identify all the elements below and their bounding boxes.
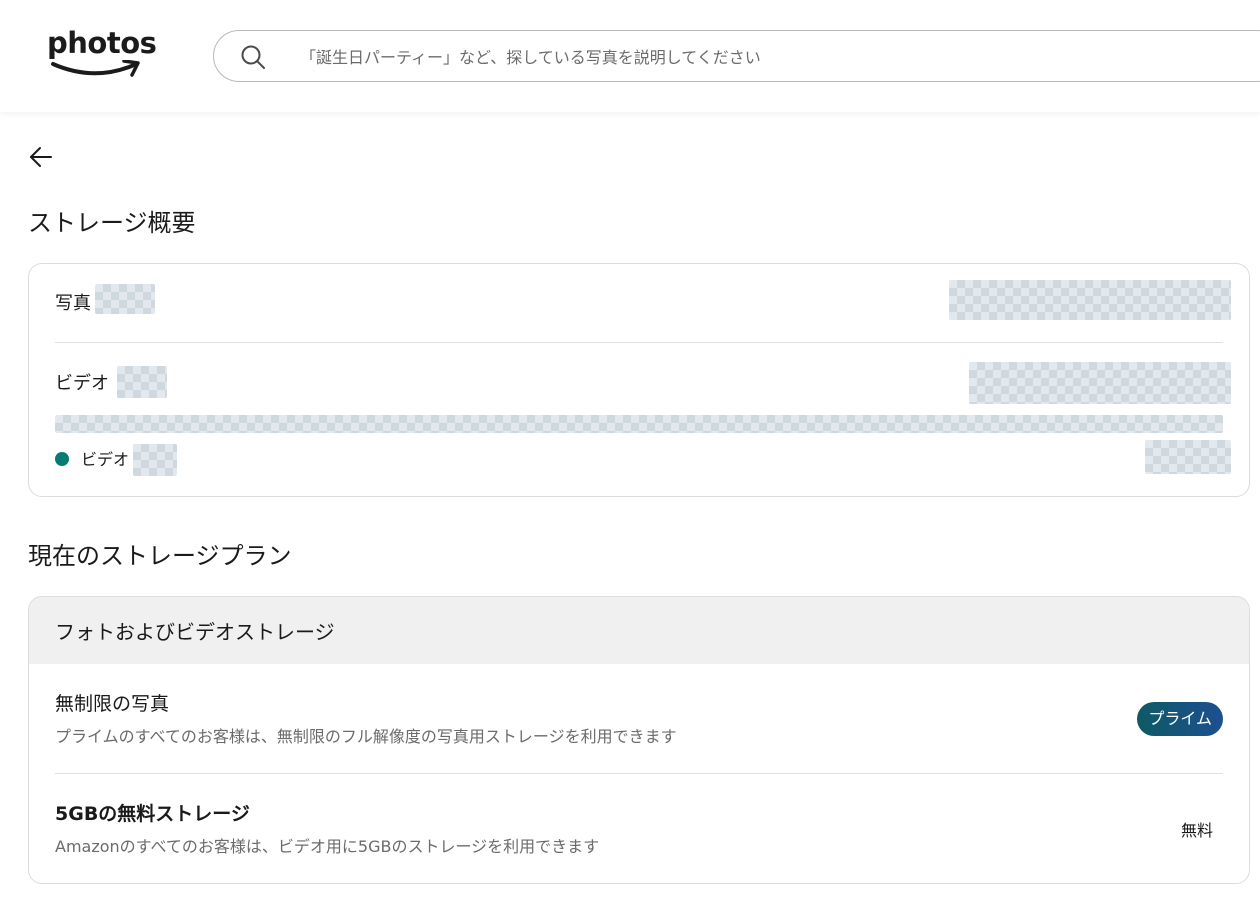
prime-badge: プライム [1137, 702, 1223, 736]
legend-size-redacted [1145, 440, 1231, 474]
plan-item-description: Amazonのすべてのお客様は、ビデオ用に5GBのストレージを利用できます [55, 837, 600, 856]
amazon-photos-logo[interactable]: photos [46, 26, 157, 84]
photos-count-redacted [95, 284, 155, 314]
videos-size-redacted [969, 362, 1231, 404]
storage-usage-bar-redacted [55, 415, 1223, 433]
plan-section-header: フォトおよびビデオストレージ [29, 597, 1249, 664]
current-plan-title: 現在のストレージプラン [28, 542, 292, 570]
videos-label: ビデオ [55, 373, 109, 394]
search-input[interactable] [300, 43, 1200, 71]
overview-divider [55, 342, 1223, 343]
storage-overview-title: ストレージ概要 [28, 209, 196, 237]
free-label: 無料 [1180, 821, 1213, 840]
plan-section-title: フォトおよびビデオストレージ [55, 620, 335, 644]
smile-arrow-icon [51, 60, 140, 77]
app-header: photos [0, 0, 1260, 112]
legend-dot-videos [55, 452, 69, 466]
logo-text: photos [47, 26, 157, 60]
back-arrow-icon[interactable] [28, 144, 54, 170]
photos-label: 写真 [55, 293, 91, 314]
videos-count-redacted [117, 366, 167, 398]
search-bar[interactable] [213, 30, 1260, 82]
plan-item-description: プライムのすべてのお客様は、無制限のフル解像度の写真用ストレージを利用できます [55, 727, 677, 746]
photos-size-redacted [949, 280, 1231, 320]
legend-label-videos: ビデオ [81, 450, 130, 469]
plan-item-title: 無制限の写真 [55, 693, 170, 715]
plan-item-title: 5GBの無料ストレージ [55, 803, 250, 825]
plan-divider [55, 773, 1223, 774]
legend-value-redacted [133, 444, 177, 476]
storage-plan-card: フォトおよびビデオストレージ 無制限の写真 プライムのすべてのお客様は、無制限の… [28, 596, 1250, 884]
storage-overview-card: 写真 ビデオ ビデオ [28, 263, 1250, 497]
search-icon[interactable] [240, 44, 266, 70]
